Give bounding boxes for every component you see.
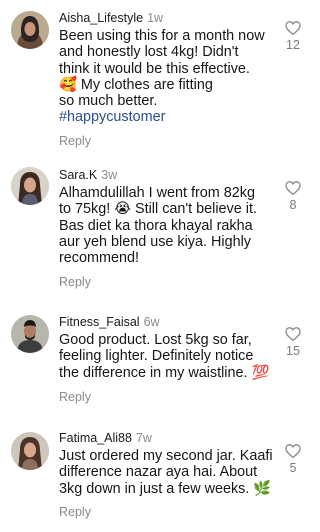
comment-line: feeling lighter. Definitely notice <box>59 348 254 365</box>
reply-button[interactable]: Reply <box>59 390 91 404</box>
like-count: 8 <box>289 198 297 212</box>
heart-icon <box>285 444 301 458</box>
comment-line: and honestly lost 4kg! Didn't <box>59 44 239 61</box>
comment: Sara.K 3w Alhamdulillah I went from 82kg … <box>0 160 310 300</box>
comment-line: Alhamdulillah I went from 82kg <box>59 185 255 201</box>
comment-line: to 75kg! 😭 Still can't believe it. <box>59 201 257 218</box>
comment-text: Been using this for a month now and hone… <box>59 28 277 126</box>
comment-line: so much better. <box>59 93 158 110</box>
avatar[interactable] <box>11 11 49 49</box>
comment-line: think it would be this effective. <box>59 60 250 77</box>
username[interactable]: Fitness_Faisal <box>59 315 140 329</box>
like-button[interactable]: 8 <box>281 181 305 212</box>
like-count: 12 <box>286 38 300 52</box>
comment-header: Fatima_Ali88 7w <box>59 431 152 446</box>
like-button[interactable]: 12 <box>281 21 305 52</box>
comment-line: Good product. Lost 5kg so far, <box>59 332 252 348</box>
timestamp: 7w <box>135 431 152 445</box>
hashtag-link[interactable]: #happycustomer <box>59 109 277 125</box>
comment-line: the difference in my waistline. 💯 <box>59 364 270 381</box>
comment: Fatima_Ali88 7w Just ordered my second ja… <box>0 420 310 532</box>
timestamp: 3w <box>101 168 118 182</box>
comment-line: 3kg down in just a few weeks. 🌿 <box>59 480 272 497</box>
comment-line: Been using this for a month now <box>59 28 265 44</box>
reply-button[interactable]: Reply <box>59 505 91 519</box>
avatar[interactable] <box>11 315 49 353</box>
comment-header: Sara.K 3w <box>59 168 117 183</box>
like-button[interactable]: 15 <box>281 327 305 358</box>
username[interactable]: Aisha_Lifestyle <box>59 11 143 25</box>
woman-long-hair-avatar-icon <box>11 432 49 470</box>
comment-line: difference nazar aya hai. About <box>59 464 258 481</box>
comment-line: aur yeh blend use kiya. Highly <box>59 233 251 250</box>
comment-text: Just ordered my second jar. Kaafi differ… <box>59 448 277 497</box>
comment-line: Bas diet ka thora khayal rakha <box>59 217 253 234</box>
reply-button[interactable]: Reply <box>59 275 91 289</box>
comment-text: Alhamdulillah I went from 82kg to 75kg! … <box>59 185 277 266</box>
reply-button[interactable]: Reply <box>59 134 91 148</box>
timestamp: 1w <box>147 11 164 25</box>
comment-header: Fitness_Faisal 6w <box>59 315 160 330</box>
comment-text: Good product. Lost 5kg so far, feeling l… <box>59 332 277 381</box>
comment: Fitness_Faisal 6w Good product. Lost 5kg … <box>0 300 310 420</box>
comment-line: Just ordered my second jar. Kaafi <box>59 448 273 464</box>
avatar[interactable] <box>11 432 49 470</box>
like-count: 15 <box>286 344 300 358</box>
avatar[interactable] <box>11 167 49 205</box>
heart-icon <box>285 327 301 341</box>
heart-icon <box>285 181 301 195</box>
comment: Aisha_Lifestyle 1w Been using this for a … <box>0 0 310 160</box>
comment-header: Aisha_Lifestyle 1w <box>59 11 163 26</box>
comment-line: recommend! <box>59 250 139 267</box>
username[interactable]: Sara.K <box>59 168 97 182</box>
man-avatar-icon <box>11 315 49 353</box>
heart-icon <box>285 21 301 35</box>
timestamp: 6w <box>143 315 160 329</box>
like-button[interactable]: 5 <box>281 444 305 475</box>
username[interactable]: Fatima_Ali88 <box>59 431 132 445</box>
woman-hijab-avatar-icon <box>11 11 49 49</box>
comment-line: 🥰 My clothes are fitting <box>59 76 213 93</box>
like-count: 5 <box>289 461 297 475</box>
woman-long-hair-avatar-icon <box>11 167 49 205</box>
